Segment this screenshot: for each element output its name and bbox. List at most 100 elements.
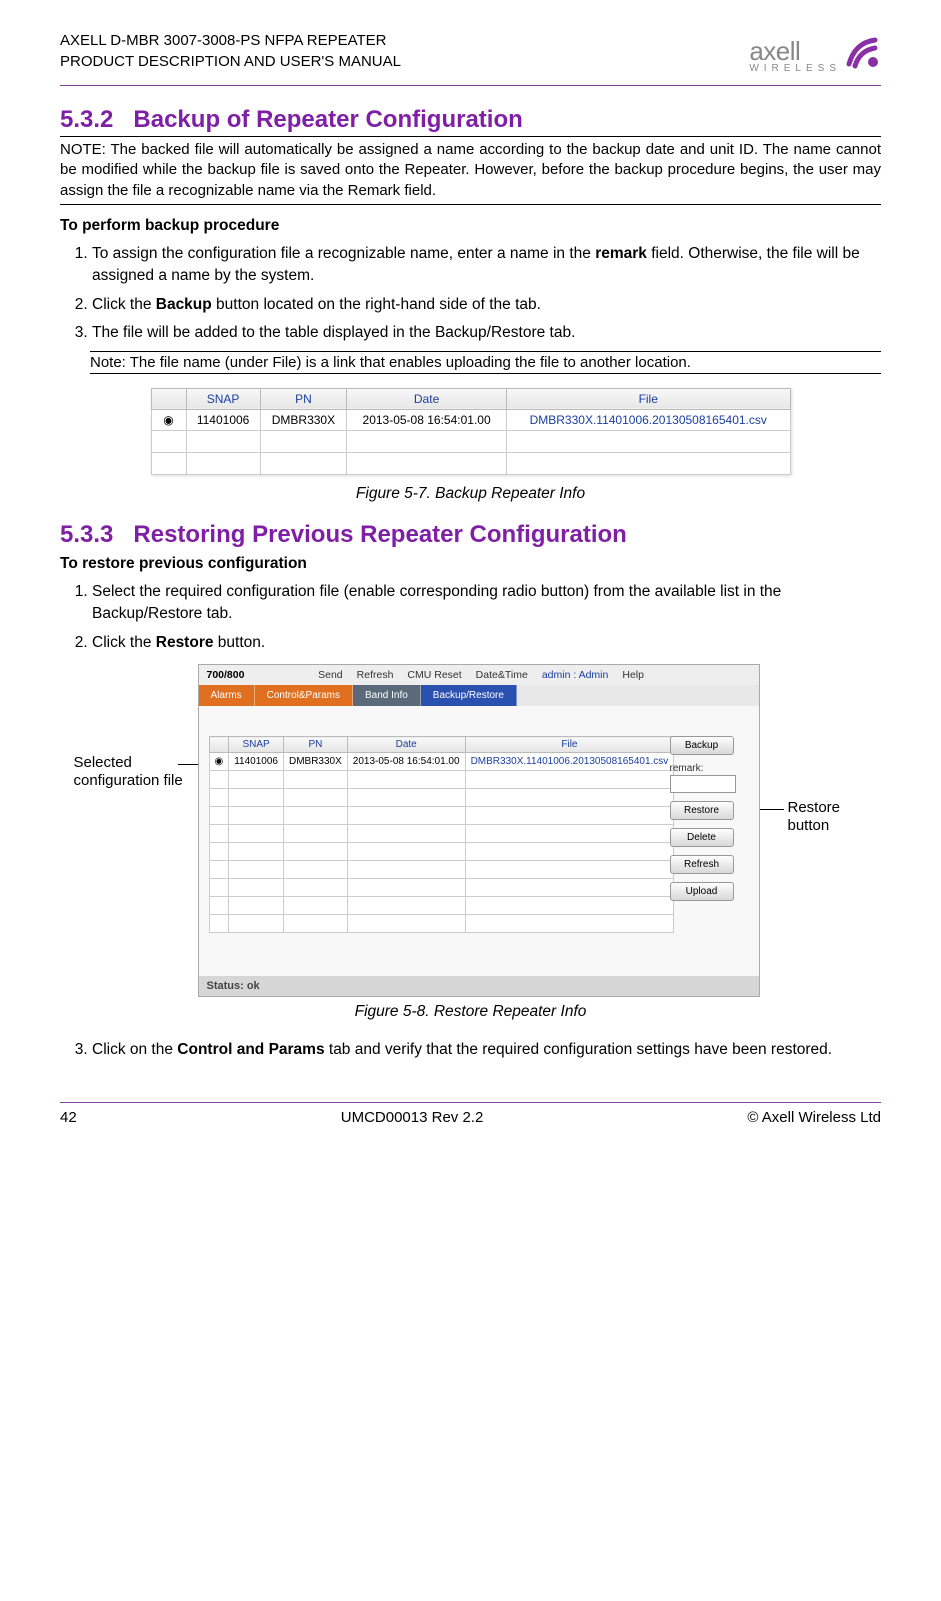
- app-body: SNAP PN Date File ◉ 11401006 DMBR330X 20…: [199, 706, 759, 976]
- cell-pn: DMBR330X: [283, 753, 347, 771]
- upload-button[interactable]: Upload: [670, 882, 734, 901]
- subheading-backup: To perform backup procedure: [60, 217, 881, 235]
- menu-reset[interactable]: CMU Reset: [407, 669, 461, 681]
- step-2: Click the Backup button located on the r…: [92, 294, 881, 316]
- table-row: [151, 452, 790, 474]
- restore-table: SNAP PN Date File ◉ 11401006 DMBR330X 20…: [209, 736, 675, 933]
- step-text: Click the: [92, 634, 156, 651]
- tab-backup-restore[interactable]: Backup/Restore: [421, 685, 517, 706]
- step-text: tab and verify that the required configu…: [325, 1041, 833, 1058]
- menu-refresh[interactable]: Refresh: [357, 669, 394, 681]
- col-pn: PN: [283, 737, 347, 753]
- table-row[interactable]: ◉ 11401006 DMBR330X 2013-05-08 16:54:01.…: [209, 753, 674, 771]
- cell-date: 2013-05-08 16:54:01.00: [347, 753, 465, 771]
- side-buttons: Backup remark: Restore Delete Refresh Up…: [670, 736, 745, 909]
- step-bold: Backup: [156, 296, 212, 313]
- logo-text: axell: [749, 36, 800, 66]
- step-bold: Restore: [156, 634, 214, 651]
- tab-alarms[interactable]: Alarms: [199, 685, 255, 706]
- note-box: NOTE: The backed file will automatically…: [60, 136, 881, 205]
- col-snap: SNAP: [229, 737, 284, 753]
- header-line2: PRODUCT DESCRIPTION AND USER'S MANUAL: [60, 51, 401, 72]
- callout-left: Selected configuration file: [74, 754, 184, 790]
- table-row: [151, 430, 790, 452]
- restore-button[interactable]: Restore: [670, 801, 734, 820]
- remark-label: remark:: [670, 763, 745, 774]
- logo: axell WIRELESS: [749, 30, 881, 77]
- callout-line-left: [178, 764, 198, 765]
- radio-icon[interactable]: ◉: [151, 409, 186, 430]
- delete-button[interactable]: Delete: [670, 828, 734, 847]
- remark-input[interactable]: [670, 775, 736, 793]
- footer-page: 42: [60, 1109, 77, 1126]
- app-name: 700/800: [207, 669, 245, 681]
- col-radio: [151, 388, 186, 409]
- restore-steps-1: Select the required configuration file (…: [60, 581, 881, 654]
- backup-steps: To assign the configuration file a recog…: [60, 243, 881, 345]
- table-row: [209, 879, 674, 897]
- footer-doc: UMCD00013 Rev 2.2: [341, 1109, 484, 1126]
- note-small: Note: The file name (under File) is a li…: [90, 351, 881, 374]
- col-snap: SNAP: [186, 388, 260, 409]
- col-file: File: [465, 737, 674, 753]
- tab-control-params[interactable]: Control&Params: [255, 685, 353, 706]
- radio-icon[interactable]: ◉: [209, 753, 229, 771]
- subheading-restore: To restore previous configuration: [60, 555, 881, 573]
- section-num: 5.3.3: [60, 521, 113, 548]
- step-3: The file will be added to the table disp…: [92, 322, 881, 344]
- section-title-text: Restoring Previous Repeater Configuratio…: [133, 521, 626, 548]
- cell-snap: 11401006: [186, 409, 260, 430]
- backup-button[interactable]: Backup: [670, 736, 734, 755]
- menu-datetime[interactable]: Date&Time: [476, 669, 528, 681]
- backup-table: SNAP PN Date File ◉ 11401006 DMBR330X 20…: [151, 388, 791, 475]
- col-radio: [209, 737, 229, 753]
- table-row: [209, 843, 674, 861]
- callout-right: Restore button: [788, 799, 868, 835]
- step-3: Click on the Control and Params tab and …: [92, 1039, 881, 1061]
- refresh-button[interactable]: Refresh: [670, 855, 734, 874]
- table-row: [209, 897, 674, 915]
- header-text: AXELL D-MBR 3007-3008-PS NFPA REPEATER P…: [60, 30, 401, 72]
- status-bar: Status: ok: [199, 976, 759, 996]
- tab-band-info[interactable]: Band Info: [353, 685, 421, 706]
- col-file: File: [506, 388, 790, 409]
- step-text: Click on the: [92, 1041, 177, 1058]
- step-1: Select the required configuration file (…: [92, 581, 881, 626]
- section-title-text: Backup of Repeater Configuration: [133, 106, 522, 133]
- section-5-3-3-title: 5.3.3 Restoring Previous Repeater Config…: [60, 521, 881, 549]
- table-row: [209, 771, 674, 789]
- cell-date: 2013-05-08 16:54:01.00: [347, 409, 507, 430]
- table-row: [209, 807, 674, 825]
- wireless-icon: [841, 32, 881, 77]
- step-text: button.: [213, 634, 265, 651]
- app-tabs: Alarms Control&Params Band Info Backup/R…: [199, 685, 759, 706]
- col-pn: PN: [260, 388, 346, 409]
- table-row[interactable]: ◉ 11401006 DMBR330X 2013-05-08 16:54:01.…: [151, 409, 790, 430]
- page-footer: 42 UMCD00013 Rev 2.2 © Axell Wireless Lt…: [60, 1102, 881, 1126]
- page-header: AXELL D-MBR 3007-3008-PS NFPA REPEATER P…: [60, 30, 881, 86]
- table-row: [209, 861, 674, 879]
- logo-sub: WIRELESS: [749, 63, 841, 74]
- cell-file-link[interactable]: DMBR330X.11401006.20130508165401.csv: [465, 753, 674, 771]
- fig-5-7-caption: Figure 5-7. Backup Repeater Info: [60, 485, 881, 503]
- step-2: Click the Restore button.: [92, 632, 881, 654]
- table-row: [209, 789, 674, 807]
- app-window: 700/800 Send Refresh CMU Reset Date&Time…: [198, 664, 760, 997]
- cell-snap: 11401006: [229, 753, 284, 771]
- table-row: [209, 825, 674, 843]
- cell-file-link[interactable]: DMBR330X.11401006.20130508165401.csv: [506, 409, 790, 430]
- fig-5-8-caption: Figure 5-8. Restore Repeater Info: [60, 1003, 881, 1021]
- footer-copy: © Axell Wireless Ltd: [747, 1109, 881, 1126]
- step-bold: remark: [595, 245, 647, 262]
- section-5-3-2-title: 5.3.2 Backup of Repeater Configuration: [60, 106, 881, 134]
- menu-help[interactable]: Help: [622, 669, 644, 681]
- step-text: To assign the configuration file a recog…: [92, 245, 595, 262]
- menu-admin[interactable]: admin : Admin: [542, 669, 609, 681]
- col-date: Date: [347, 737, 465, 753]
- figure-5-8: Selected configuration file 700/800 Send…: [60, 664, 881, 997]
- step-text: Click the: [92, 296, 156, 313]
- step-text: button located on the right-hand side of…: [212, 296, 541, 313]
- table-row: [209, 915, 674, 933]
- step-bold: Control and Params: [177, 1041, 324, 1058]
- menu-send[interactable]: Send: [318, 669, 343, 681]
